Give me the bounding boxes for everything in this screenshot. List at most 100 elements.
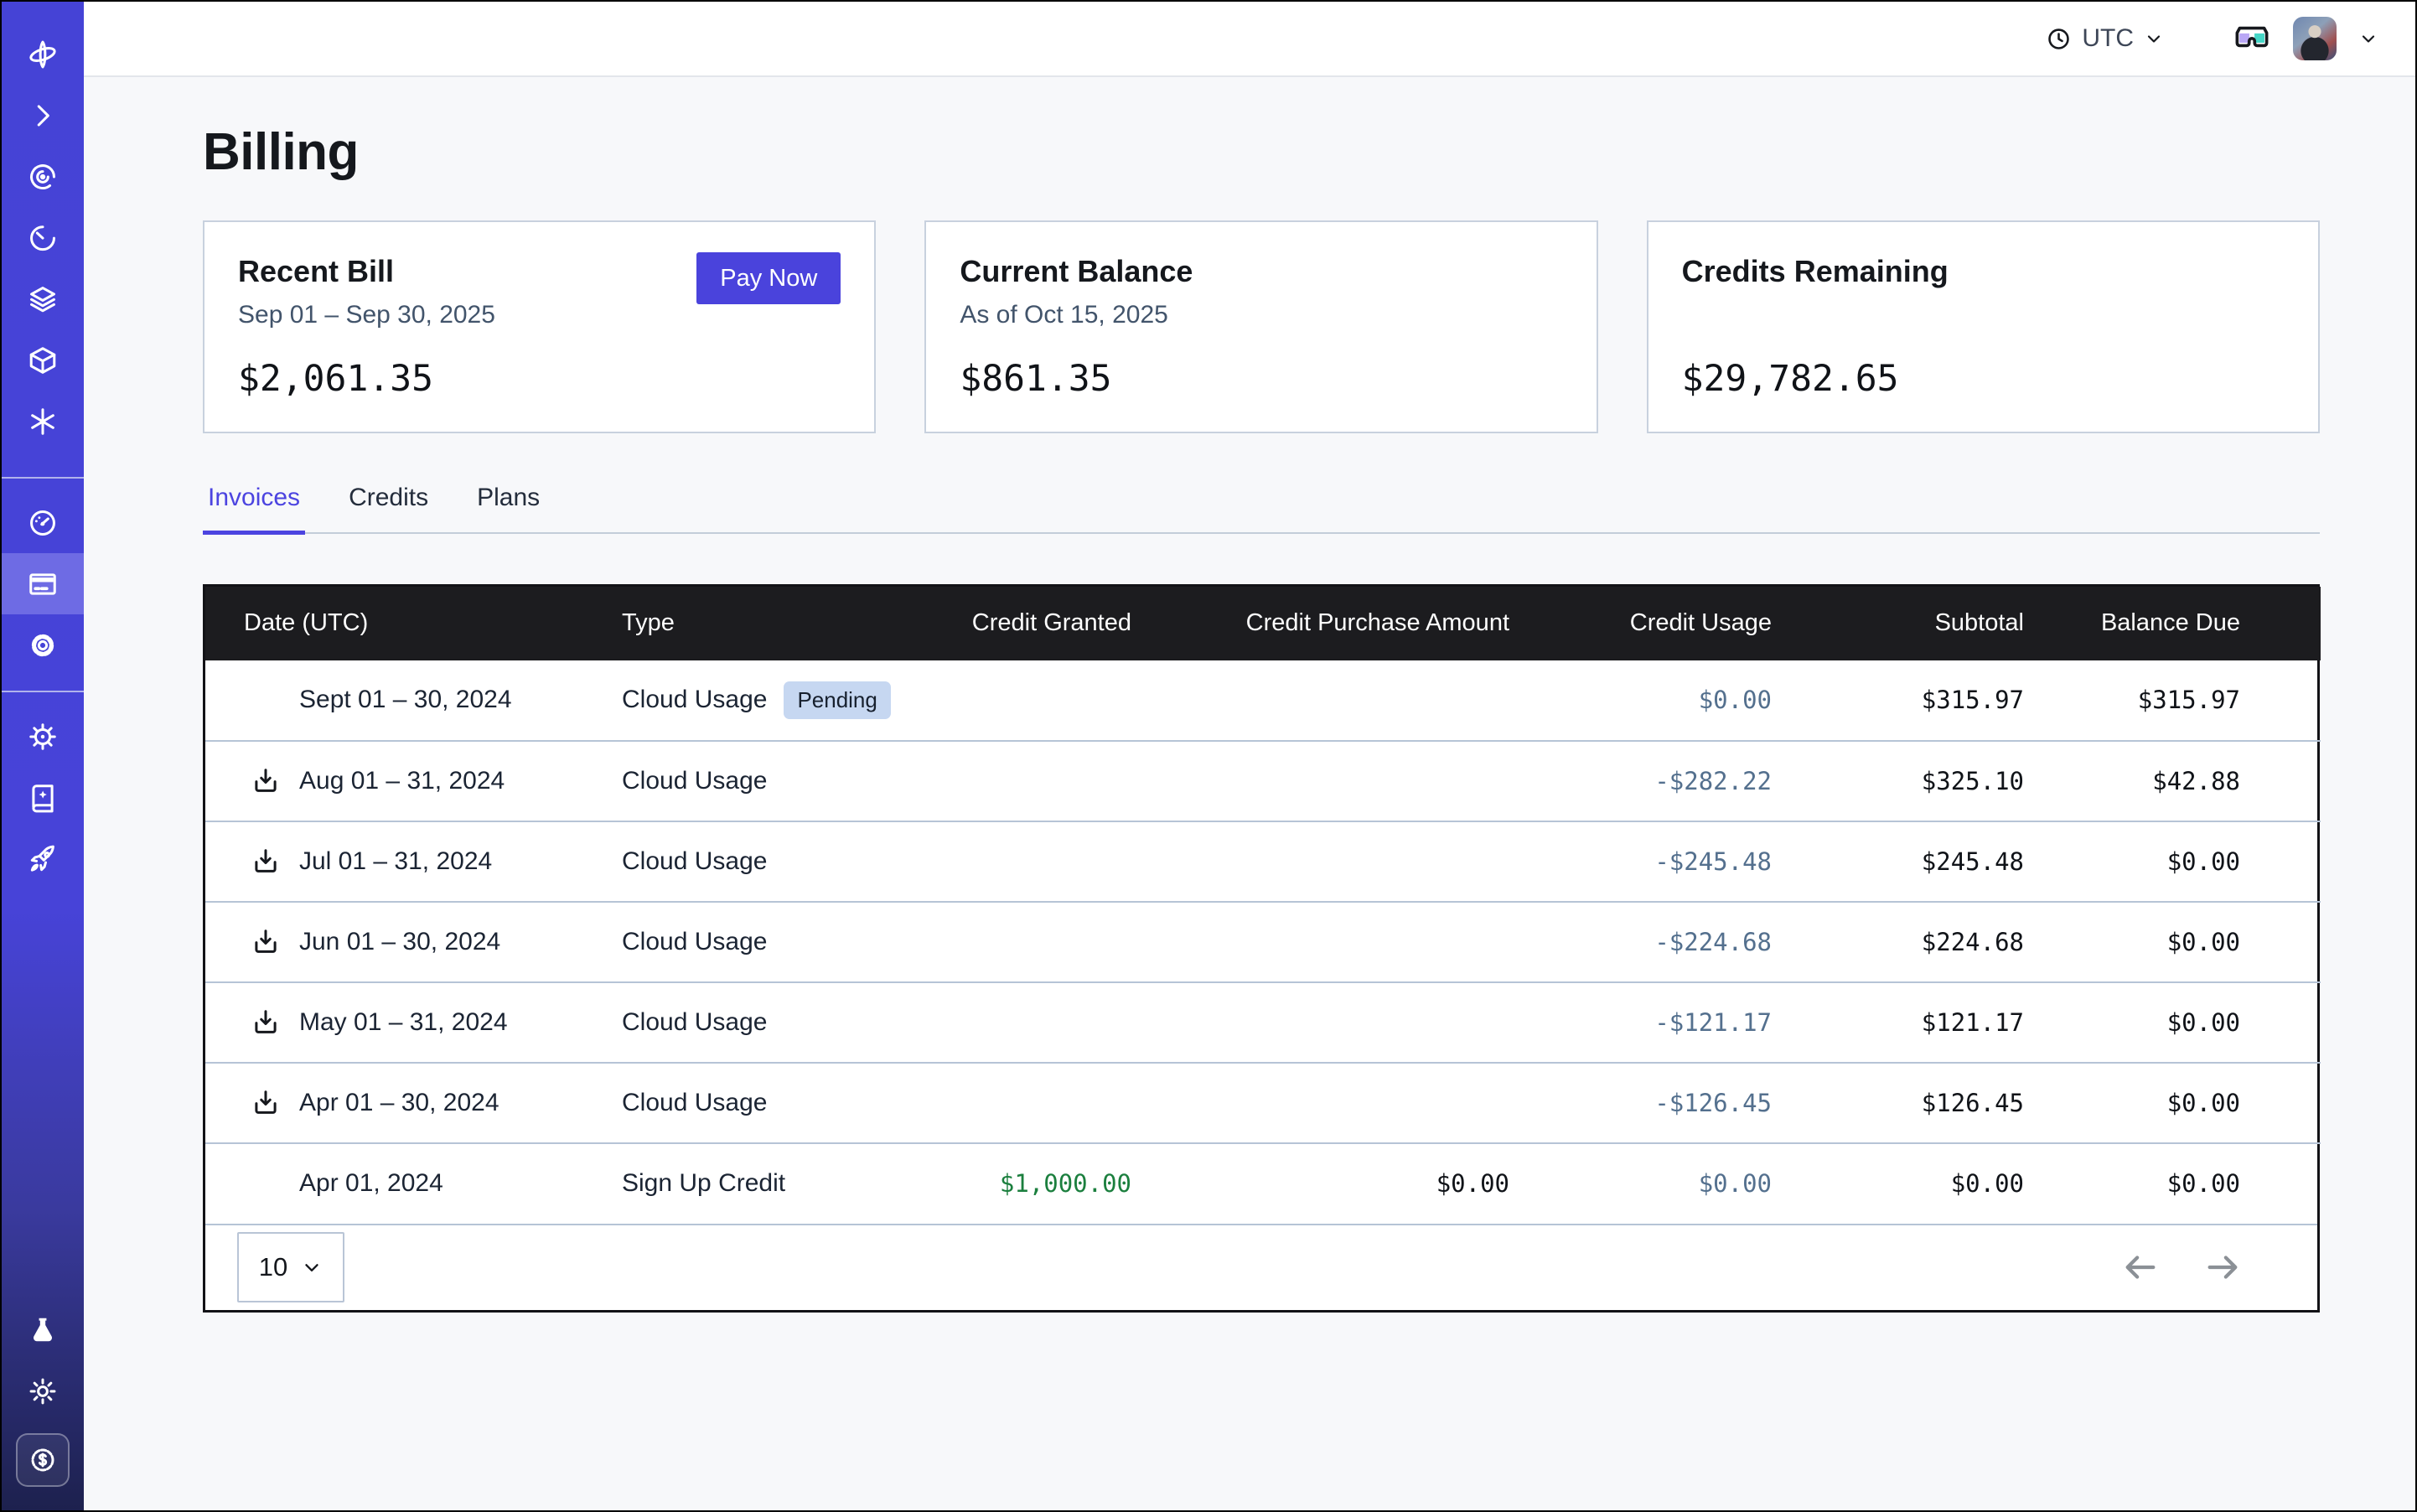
- invoice-date: Jul 01 – 31, 2024: [299, 847, 492, 876]
- credit-granted-cell: [915, 1063, 1131, 1143]
- credit-granted-cell: [915, 982, 1131, 1063]
- sidebar-item-billing[interactable]: [2, 553, 84, 614]
- table-row: May 01 – 31, 2024 Cloud Usage -$121.17$121…: [205, 982, 2321, 1063]
- credit-purchase-cell: [1131, 1063, 1509, 1143]
- recent-bill-amount: $2,061.35: [238, 358, 841, 400]
- recent-bill-card: Recent Bill Sep 01 – Sep 30, 2025 Pay No…: [203, 220, 876, 433]
- 3d-glasses-icon: [2233, 19, 2271, 58]
- spiral-eye-icon: [27, 161, 59, 193]
- download-invoice-button[interactable]: [251, 1088, 281, 1118]
- table-row: Sept 01 – 30, 2024Cloud UsagePending$0.0…: [205, 660, 2321, 741]
- invoice-date: Aug 01 – 31, 2024: [299, 767, 505, 795]
- preview-glasses-button[interactable]: [2233, 19, 2271, 58]
- book-sparkle-icon: [27, 782, 59, 814]
- column-header: Type: [622, 587, 915, 660]
- sidebar-item-history[interactable]: [2, 207, 84, 268]
- app-logo[interactable]: [2, 23, 84, 85]
- invoice-date-cell: Aug 01 – 31, 2024: [205, 741, 622, 821]
- invoice-date: May 01 – 31, 2024: [299, 1008, 508, 1037]
- sidebar-item-services[interactable]: [2, 391, 84, 452]
- balance-due-cell: $0.00: [2024, 821, 2321, 902]
- sidebar-item-observe[interactable]: [2, 146, 84, 207]
- orbit-logo-icon: [27, 39, 59, 70]
- helm-icon: [27, 721, 59, 753]
- subtotal-cell: $325.10: [1772, 741, 2024, 821]
- sidebar-item-settings[interactable]: [2, 614, 84, 676]
- sidebar-item-usage[interactable]: [2, 492, 84, 553]
- sidebar-expand[interactable]: [2, 85, 84, 146]
- current-balance-amount: $861.35: [960, 358, 1562, 400]
- download-invoice-button[interactable]: [251, 927, 281, 957]
- user-menu-button[interactable]: [2358, 28, 2378, 49]
- card-subtitle: Sep 01 – Sep 30, 2025: [238, 301, 495, 329]
- download-icon: [251, 847, 281, 877]
- table-row: Apr 01 – 30, 2024Cloud Usage-$126.45$126…: [205, 1063, 2321, 1143]
- flask-icon: [27, 1314, 59, 1346]
- credits-badge-button[interactable]: [16, 1433, 70, 1487]
- gauge-icon: [27, 507, 59, 539]
- chevron-down-icon: [2144, 28, 2164, 49]
- next-page-button[interactable]: [2203, 1248, 2242, 1287]
- sidebar-item-admin[interactable]: [2, 706, 84, 767]
- theme-toggle[interactable]: [2, 1360, 84, 1421]
- column-header: Balance Due: [2024, 587, 2321, 660]
- tab-credits[interactable]: Credits: [344, 484, 433, 535]
- credit-granted-cell: [915, 741, 1131, 821]
- credit-granted-cell: $1,000.00: [915, 1143, 1131, 1224]
- invoice-date-cell: Apr 01 – 30, 2024: [205, 1063, 622, 1143]
- invoice-type-cell: Sign Up Credit: [622, 1143, 915, 1224]
- tab-invoices[interactable]: Invoices: [203, 484, 305, 535]
- credit-granted-cell: [915, 660, 1131, 741]
- sidebar-item-docs[interactable]: [2, 767, 84, 828]
- invoice-type-cell: Cloud Usage: [622, 821, 915, 902]
- subtotal-cell: $121.17: [1772, 982, 2024, 1063]
- previous-page-button[interactable]: [2121, 1248, 2160, 1287]
- credit-granted-cell: [915, 902, 1131, 982]
- card-title: Recent Bill: [238, 254, 495, 289]
- invoice-type-cell: Cloud Usage: [622, 982, 915, 1063]
- invoice-date-cell: May 01 – 31, 2024: [205, 982, 622, 1063]
- sidebar-item-layers[interactable]: [2, 268, 84, 329]
- invoice-type: Cloud Usage: [622, 928, 767, 956]
- asterisk-icon: [27, 406, 59, 438]
- table-row: Aug 01 – 31, 2024 Cloud Usage -$282.22$325…: [205, 741, 2321, 821]
- sidebar-item-packages[interactable]: [2, 329, 84, 391]
- pay-now-button[interactable]: Pay Now: [696, 252, 841, 304]
- page-size-select[interactable]: 10: [237, 1232, 344, 1302]
- current-balance-card: Current Balance As of Oct 15, 2025 $861.…: [924, 220, 1597, 433]
- app-window: UTC Billing Recen: [0, 0, 2417, 1512]
- sun-icon: [27, 1375, 59, 1407]
- credits-remaining-amount: $29,782.65: [1682, 358, 2285, 400]
- subtotal-cell: $245.48: [1772, 821, 2024, 902]
- credit-usage-cell: -$121.17: [1509, 982, 1772, 1063]
- table-row: Jul 01 – 31, 2024 Cloud Usage -$245.48$245…: [205, 821, 2321, 902]
- user-avatar[interactable]: [2293, 17, 2337, 60]
- sidebar-item-labs[interactable]: [2, 1299, 84, 1360]
- invoice-type: Cloud Usage: [622, 847, 767, 876]
- credit-usage-cell: -$282.22: [1509, 741, 1772, 821]
- main-content: Billing Recent Bill Sep 01 – Sep 30, 202…: [84, 77, 2415, 1510]
- card-title: Credits Remaining: [1682, 254, 1949, 289]
- table-header-row: Date (UTC)TypeCredit GrantedCredit Purch…: [205, 587, 2321, 660]
- gear-icon: [27, 629, 59, 661]
- balance-due-cell: $0.00: [2024, 1063, 2321, 1143]
- download-invoice-button[interactable]: [251, 847, 281, 877]
- subtotal-cell: $315.97: [1772, 660, 2024, 741]
- status-badge: Pending: [784, 681, 890, 719]
- invoice-type-cell: Cloud Usage: [622, 741, 915, 821]
- credit-granted-cell: [915, 821, 1131, 902]
- invoice-type-cell: Cloud UsagePending: [622, 660, 915, 741]
- sidebar-item-launch[interactable]: [2, 828, 84, 889]
- download-invoice-button[interactable]: [251, 1007, 281, 1038]
- credit-usage-cell: -$245.48: [1509, 821, 1772, 902]
- invoice-date-cell: Apr 01, 2024: [205, 1143, 622, 1224]
- download-invoice-button[interactable]: [251, 766, 281, 796]
- invoice-type-cell: Cloud Usage: [622, 902, 915, 982]
- invoice-date: Jun 01 – 30, 2024: [299, 928, 500, 956]
- download-icon: [251, 766, 281, 796]
- timezone-selector[interactable]: UTC: [2046, 24, 2164, 53]
- credit-purchase-cell: $0.00: [1131, 1143, 1509, 1224]
- rocket-icon: [27, 843, 59, 875]
- credit-usage-cell: -$224.68: [1509, 902, 1772, 982]
- tab-plans[interactable]: Plans: [472, 484, 545, 535]
